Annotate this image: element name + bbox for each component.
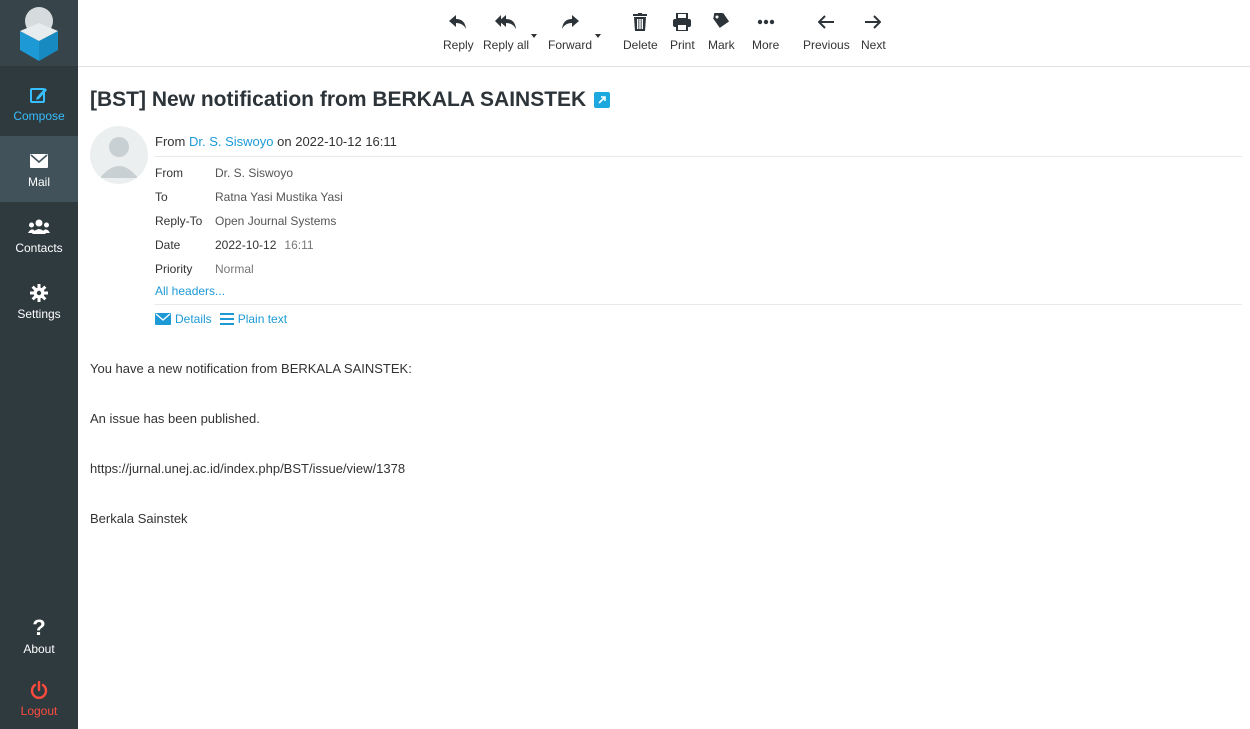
sidebar-item-about[interactable]: ? About	[0, 603, 78, 669]
tag-icon	[713, 10, 730, 34]
sender-summary: From Dr. S. Siswoyo on 2022-10-12 16:11	[155, 134, 397, 149]
reply-all-button[interactable]: Reply all	[483, 10, 529, 52]
envelope-icon	[155, 313, 171, 325]
print-label: Print	[670, 38, 695, 52]
subject-text: [BST] New notification from BERKALA SAIN…	[90, 88, 587, 111]
replyto-link[interactable]: Open Journal Systems	[215, 214, 336, 228]
more-label: More	[752, 38, 780, 52]
header-priority-row: Priority Normal	[155, 262, 254, 276]
plain-text-link[interactable]: Plain text	[219, 312, 288, 326]
reply-all-label: Reply all	[483, 38, 530, 52]
sidebar-item-label: Contacts	[15, 240, 63, 255]
lines-icon	[219, 313, 234, 325]
roundcube-logo-icon	[20, 7, 58, 61]
power-icon	[30, 679, 48, 701]
trash-icon	[633, 10, 648, 34]
sender-avatar	[90, 126, 148, 184]
header-label: Date	[155, 238, 181, 252]
header-label: Priority	[155, 262, 193, 276]
sidebar-item-label: Settings	[17, 306, 61, 321]
header-to-row: To Ratna Yasi Mustika Yasi	[155, 190, 343, 204]
plain-text-label: Plain text	[237, 312, 288, 326]
forward-button[interactable]: Forward	[548, 10, 592, 52]
more-dots-icon	[757, 10, 775, 34]
message-subject: [BST] New notification from BERKALA SAIN…	[90, 88, 611, 112]
reply-all-icon	[495, 10, 517, 34]
from-prefix: From	[155, 134, 186, 149]
next-label: Next	[861, 38, 886, 52]
header-from-row: From Dr. S. Siswoyo	[155, 166, 293, 180]
sidebar-item-compose[interactable]: Compose	[0, 70, 78, 136]
user-placeholder-icon	[100, 137, 138, 178]
sidebar-item-contacts[interactable]: Contacts	[0, 202, 78, 268]
body-signature: Berkala Sainstek	[90, 511, 188, 526]
delete-label: Delete	[623, 38, 658, 52]
sender-link[interactable]: Dr. S. Siswoyo	[189, 134, 274, 149]
body-line: You have a new notification from BERKALA…	[90, 361, 412, 376]
forward-dropdown-caret[interactable]	[595, 34, 601, 38]
reply-all-dropdown-caret[interactable]	[531, 34, 537, 38]
date-value: 2022-10-12	[215, 238, 277, 252]
to-link[interactable]: Ratna Yasi Mustika Yasi	[215, 190, 343, 204]
message-toolbar: Reply Reply all Forward Delete Print Mar…	[78, 0, 1250, 67]
body-line: An issue has been published.	[90, 411, 260, 426]
header-replyto-row: Reply-To Open Journal Systems	[155, 214, 336, 228]
priority-value: Normal	[215, 262, 254, 276]
sidebar-item-label: Logout	[20, 703, 58, 718]
next-button[interactable]: Next	[861, 10, 886, 52]
more-button[interactable]: More	[752, 10, 779, 52]
details-label: Details	[175, 312, 212, 326]
summary-date: 2022-10-12 16:11	[295, 134, 397, 149]
forward-icon	[561, 10, 579, 34]
sidebar-item-settings[interactable]: Settings	[0, 268, 78, 334]
header-divider	[155, 304, 1242, 305]
sidebar-item-label: About	[23, 641, 55, 656]
sidebar-item-mail[interactable]: Mail	[0, 136, 78, 202]
open-in-new-window-icon[interactable]	[594, 92, 611, 108]
previous-label: Previous	[803, 38, 850, 52]
details-link[interactable]: Details	[155, 312, 212, 326]
users-icon	[28, 216, 50, 238]
print-button[interactable]: Print	[670, 10, 695, 52]
arrow-left-icon	[818, 10, 835, 34]
all-headers-link[interactable]: All headers...	[155, 284, 225, 298]
header-label: From	[155, 166, 183, 180]
header-label: Reply-To	[155, 214, 203, 228]
question-icon: ?	[32, 614, 46, 640]
sidebar: Compose Mail Contacts Settings ? About L…	[0, 0, 78, 729]
envelope-icon	[30, 150, 48, 172]
delete-button[interactable]: Delete	[623, 10, 658, 52]
sidebar-item-label: Mail	[27, 174, 50, 189]
printer-icon	[673, 10, 692, 34]
gear-icon	[30, 282, 48, 304]
header-date-row: Date 2022-10-12 16:11	[155, 238, 314, 252]
sidebar-item-label: Compose	[13, 108, 65, 123]
time-value: 16:11	[284, 238, 314, 252]
reply-label: Reply	[443, 38, 474, 52]
mark-button[interactable]: Mark	[708, 10, 735, 52]
reply-icon	[449, 10, 467, 34]
header-label: To	[155, 190, 168, 204]
reply-button[interactable]: Reply	[443, 10, 474, 52]
on-word: on	[277, 134, 292, 149]
compose-icon	[30, 84, 48, 106]
previous-button[interactable]: Previous	[803, 10, 850, 52]
forward-label: Forward	[548, 38, 593, 52]
body-url[interactable]: https://jurnal.unej.ac.id/index.php/BST/…	[90, 461, 405, 476]
mark-label: Mark	[708, 38, 735, 52]
app-logo[interactable]	[0, 0, 78, 66]
sidebar-item-logout[interactable]: Logout	[0, 665, 78, 729]
from-link[interactable]: Dr. S. Siswoyo	[215, 166, 293, 180]
arrow-right-icon	[865, 10, 882, 34]
view-mode-links: Details Plain text	[155, 312, 295, 326]
header-divider	[155, 156, 1242, 157]
